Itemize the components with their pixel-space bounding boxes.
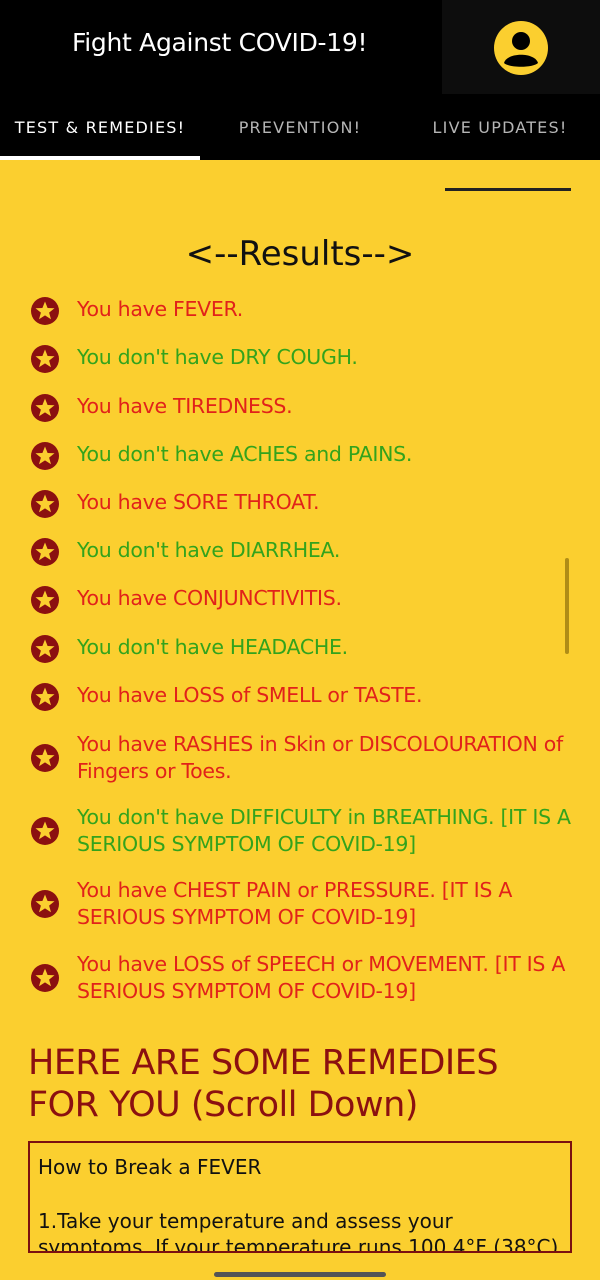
remedy-body: 1.Take your temperature and assess your … <box>38 1209 559 1253</box>
app-title: Fight Against COVID-19! <box>72 28 368 57</box>
star-circle-icon <box>31 394 59 422</box>
star-circle-icon <box>31 890 59 918</box>
result-item: You have LOSS of SPEECH or MOVEMENT. [IT… <box>0 951 600 1011</box>
star-circle-icon <box>31 586 59 614</box>
star-circle-icon <box>31 490 59 518</box>
star-circle-icon <box>31 538 59 566</box>
result-item: You have RASHES in Skin or DISCOLOURATIO… <box>0 731 600 791</box>
result-text: You don't have DRY COUGH. <box>77 345 358 369</box>
result-text: You have SORE THROAT. <box>77 490 320 514</box>
star-circle-icon <box>31 635 59 663</box>
account-circle-icon[interactable] <box>493 20 549 76</box>
result-text: You have FEVER. <box>77 297 243 321</box>
star-circle-icon <box>31 683 59 711</box>
result-text: You have RASHES in Skin or DISCOLOURATIO… <box>77 732 563 783</box>
remedy-card[interactable]: How to Break a FEVER 1.Take your tempera… <box>28 1141 572 1253</box>
result-text: You have TIREDNESS. <box>77 394 293 418</box>
result-item: You don't have DIFFICULTY in BREATHING. … <box>0 804 600 864</box>
divider <box>445 188 571 191</box>
tab-bar: TEST & REMEDIES! PREVENTION! LIVE UPDATE… <box>0 94 600 160</box>
star-circle-icon <box>31 297 59 325</box>
home-indicator[interactable] <box>214 1272 386 1277</box>
results-heading: <--Results--> <box>185 234 415 274</box>
result-text: You don't have DIARRHEA. <box>77 538 341 562</box>
result-text: You have LOSS of SPEECH or MOVEMENT. [IT… <box>77 952 566 1003</box>
tab-live-updates[interactable]: LIVE UPDATES! <box>400 94 600 160</box>
result-text: You have LOSS of SMELL or TASTE. <box>77 683 423 707</box>
star-circle-icon <box>31 817 59 845</box>
star-circle-icon <box>31 744 59 772</box>
result-text: You don't have HEADACHE. <box>77 635 348 659</box>
result-text: You don't have ACHES and PAINS. <box>77 442 413 466</box>
result-text: You have CONJUNCTIVITIS. <box>77 586 342 610</box>
remedies-heading: HERE ARE SOME REMEDIES FOR YOU (Scroll D… <box>28 1043 499 1125</box>
active-tab-indicator <box>0 156 200 160</box>
result-text: You have CHEST PAIN or PRESSURE. [IT IS … <box>77 878 513 929</box>
star-circle-icon <box>31 345 59 373</box>
star-circle-icon <box>31 442 59 470</box>
remedy-title: How to Break a FEVER <box>38 1155 262 1179</box>
result-text: You don't have DIFFICULTY in BREATHING. … <box>77 805 571 856</box>
tab-test-remedies[interactable]: TEST & REMEDIES! <box>0 94 200 160</box>
star-circle-icon <box>31 964 59 992</box>
result-item: You have CHEST PAIN or PRESSURE. [IT IS … <box>0 877 600 937</box>
tab-prevention[interactable]: PREVENTION! <box>200 94 400 160</box>
